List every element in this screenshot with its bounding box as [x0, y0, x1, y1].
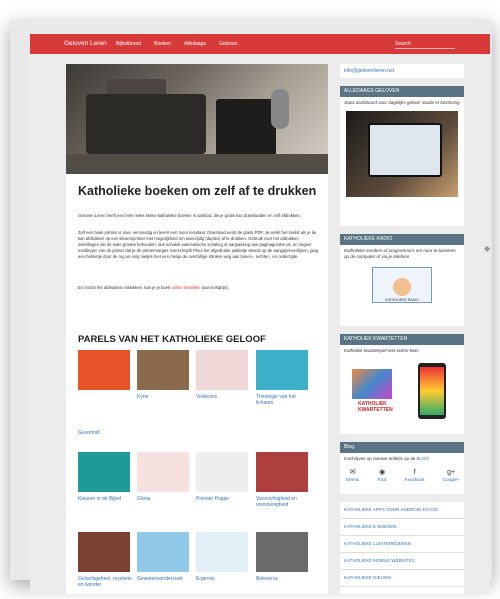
blog-link[interactable]: BLOG — [417, 456, 430, 461]
googleplus-icon: g+ — [447, 469, 456, 476]
facebook-subscribe[interactable]: f Facebook — [405, 469, 425, 482]
book-cover[interactable] — [196, 452, 248, 492]
tablet-photo[interactable] — [346, 111, 458, 197]
main-nav: Bijbelbrood Boeken Alledaags Geloven — [116, 41, 238, 47]
top-navbar: Geloven Leren Bijbelbrood Boeken Alledaa… — [30, 34, 490, 54]
sidebar-link-eboeken[interactable]: KATHOLIEKE E-BOEKEN — [340, 519, 464, 536]
book-cover[interactable] — [78, 452, 130, 492]
sidebar-links: KATHOLIEKE APPS VOOR ANDROID EN IOS KATH… — [340, 502, 464, 594]
instructions-paragraph: Zelf een boek printen is snel, eenvoudig… — [78, 230, 319, 259]
book-cover[interactable] — [137, 452, 189, 492]
main-content: Katholieke boeken om zelf af te drukken … — [66, 64, 328, 594]
book-cover[interactable] — [196, 532, 248, 572]
sidebar-heading: KATHOLIEKE RADIO — [340, 234, 464, 245]
book-cover[interactable] — [256, 350, 308, 390]
sidebar-heading: ALLEDAAGS GELOVEN — [340, 86, 464, 97]
nav-item-alledaags[interactable]: Alledaags — [184, 41, 206, 47]
rss-subscribe[interactable]: ◉ RSS — [378, 469, 387, 482]
sidebar-kwartetten: KATHOLIEK KWARTETTEN Katholiek kwartetsp… — [340, 334, 464, 434]
scroll-arrow-icon[interactable]: ◆ — [484, 244, 490, 253]
book-title-link[interactable]: Ergernis — [196, 576, 252, 582]
site-brand[interactable]: Geloven Leren — [64, 40, 107, 47]
sidebar-heading: Blog — [340, 442, 464, 453]
radio-logo[interactable]: KATHOLIEKE RADIO — [372, 267, 432, 303]
facebook-icon: f — [413, 469, 416, 476]
sidebar-link-luisterboeken[interactable]: KATHOLIEKE LUISTERBOEKEN — [340, 536, 464, 553]
book-title-link[interactable]: Vederons — [196, 394, 252, 400]
search-input[interactable]: Search — [395, 41, 455, 49]
email-subscribe[interactable]: ✉ EMAIL — [346, 469, 360, 482]
intro-paragraph: Geloven Leren heeft een hele reeks klein… — [78, 213, 301, 218]
book-cover[interactable] — [137, 350, 189, 390]
kwartetten-image[interactable]: KATHOLIEK KWARTETTEN — [348, 361, 456, 425]
book-title-link[interactable]: Gewetensonderzoek — [137, 576, 193, 582]
sidebar-link-apps[interactable]: KATHOLIEKE APPS VOOR ANDROID EN IOS — [340, 502, 464, 519]
sidebar-heading: KATHOLIEK KWARTETTEN — [340, 334, 464, 345]
sidebar-email-box: info@gelovenleren.net — [340, 64, 464, 78]
sidebar-text: Jouw dashboard voor dagelijks gebed, stu… — [344, 100, 460, 105]
nav-item-bijbelbrood[interactable]: Bijbelbrood — [116, 41, 141, 47]
book-title-link[interactable]: Voorzichtigheid en voorzienigheid — [256, 496, 312, 508]
book-title-link[interactable]: Beleverss — [256, 576, 312, 582]
mail-icon: ✉ — [349, 469, 356, 476]
book-title-link[interactable]: Kyrie — [137, 394, 193, 400]
book-title-link[interactable]: Gevormd! — [78, 430, 134, 436]
book-title-link[interactable]: Priester Poppe — [196, 496, 252, 502]
page-title: Katholieke boeken om zelf af te drukken — [78, 184, 317, 198]
book-title-link[interactable]: Geloofsgeheel, mysterie en wonder — [78, 576, 134, 588]
website-page: Geloven Leren Bijbelbrood Boeken Alledaa… — [30, 34, 490, 594]
email-link[interactable]: info@gelovenleren.net — [340, 64, 464, 78]
book-title-link[interactable]: Gloria — [137, 496, 193, 502]
book-cover[interactable] — [256, 532, 308, 572]
rss-icon: ◉ — [379, 469, 386, 476]
book-cover[interactable] — [78, 532, 130, 572]
book-cover[interactable] — [196, 350, 248, 390]
book-cover[interactable] — [137, 532, 189, 572]
sidebar-link-mobile[interactable]: KATHOLIEKE MOBILE WEBSITES — [340, 553, 464, 570]
sidebar-text: Katholieke zenders of programma's om naa… — [344, 248, 456, 259]
book-title-link[interactable]: Kleuren in de Bijbel — [78, 496, 134, 502]
nav-item-boeken[interactable]: Boeken — [154, 41, 171, 47]
googleplus-subscribe[interactable]: g+ Google+ — [443, 469, 460, 482]
book-title-link[interactable]: Theologie van het lichaam — [256, 394, 312, 406]
sidebar-text: Katholiek kwartetspel met online kwis — [344, 348, 419, 353]
order-online-link[interactable]: online bestellen — [171, 285, 200, 290]
nav-item-geloven[interactable]: Geloven — [219, 41, 238, 47]
book-cover[interactable] — [256, 452, 308, 492]
sidebar-alledaags: ALLEDAAGS GELOVEN Jouw dashboard voor da… — [340, 86, 464, 226]
book-cover[interactable] — [78, 350, 130, 390]
section-title: PARELS VAN HET KATHOLIEKE GELOOF — [78, 334, 266, 345]
sidebar-link-nieuws[interactable]: KATHOLIEKE NIEUWS — [340, 570, 464, 587]
order-paragraph: En mocht het afdrukken mislukken, kan je… — [78, 285, 230, 290]
sidebar-blog: Blog Inschrijven op nieuwe artikels op d… — [340, 442, 464, 494]
hero-image-printing-press — [66, 64, 328, 174]
sidebar-radio: KATHOLIEKE RADIO Katholieke zenders of p… — [340, 234, 464, 326]
